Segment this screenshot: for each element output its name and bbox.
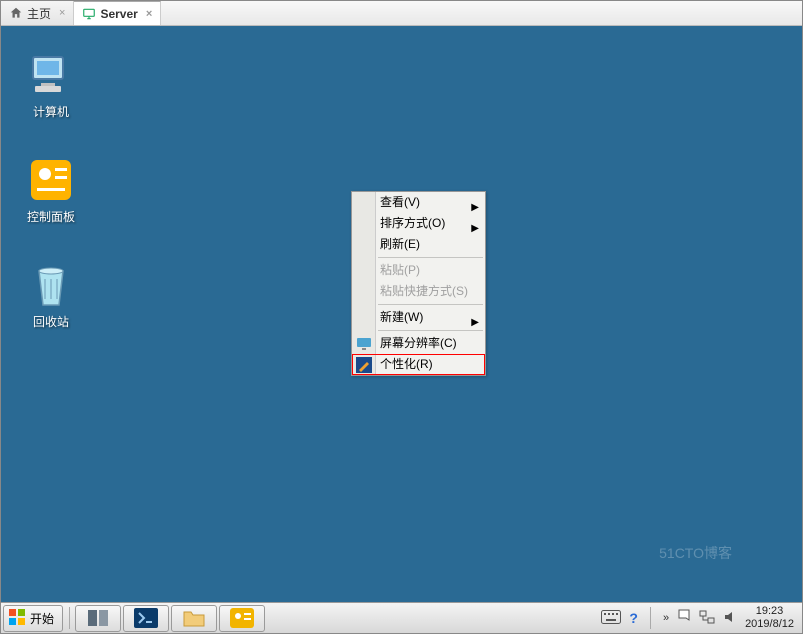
- folder-icon: [182, 608, 206, 628]
- recycle-bin-icon: [27, 261, 75, 309]
- taskbar: 开始 ? » 19:23 2019/8/12: [1, 602, 802, 633]
- taskbar-button-explorer[interactable]: [171, 605, 217, 632]
- control-panel-icon: [27, 156, 75, 204]
- system-tray: ? » 19:23 2019/8/12: [601, 605, 802, 631]
- desktop-icon-label: 控制面板: [11, 208, 91, 225]
- menu-item-paste-shortcut: 粘贴快捷方式(S): [352, 281, 485, 302]
- tab-label: Server: [100, 7, 137, 21]
- monitor-icon: [82, 7, 96, 21]
- volume-icon[interactable]: [723, 610, 737, 627]
- menu-item-resolution[interactable]: 屏幕分辨率(C): [352, 333, 485, 354]
- menu-item-refresh[interactable]: 刷新(E): [352, 234, 485, 255]
- desktop[interactable]: 计算机 控制面板 回收站 51CTO博客 查看(V) ▶ 排序方式(O) ▶ 刷…: [1, 26, 802, 603]
- start-label: 开始: [30, 610, 54, 627]
- submenu-arrow-icon: ▶: [471, 312, 479, 333]
- tab-label: 主页: [27, 5, 51, 22]
- context-menu: 查看(V) ▶ 排序方式(O) ▶ 刷新(E) 粘贴(P) 粘贴快捷方式(S) …: [351, 191, 486, 376]
- watermark: 51CTO博客: [659, 543, 732, 563]
- windows-logo-icon: [8, 608, 26, 629]
- start-button[interactable]: 开始: [3, 605, 63, 632]
- desktop-icon-computer[interactable]: 计算机: [11, 51, 91, 120]
- computer-icon: [27, 51, 75, 99]
- menu-separator: [378, 304, 483, 305]
- help-icon[interactable]: ?: [629, 610, 638, 626]
- menu-separator: [378, 330, 483, 331]
- personalize-icon: [356, 357, 372, 373]
- taskbar-divider: [69, 607, 70, 629]
- menu-item-label: 排序方式(O): [380, 213, 445, 234]
- menu-item-paste: 粘贴(P): [352, 260, 485, 281]
- menu-item-new[interactable]: 新建(W) ▶: [352, 307, 485, 328]
- desktop-icon-recycle-bin[interactable]: 回收站: [11, 261, 91, 330]
- desktop-icon-label: 回收站: [11, 313, 91, 330]
- close-icon[interactable]: ×: [146, 8, 152, 20]
- menu-item-personalize[interactable]: 个性化(R): [352, 354, 485, 375]
- taskbar-button-control-panel[interactable]: [219, 605, 265, 632]
- tray-divider: [650, 607, 651, 629]
- clock-time: 19:23: [745, 605, 794, 618]
- menu-item-label: 查看(V): [380, 192, 420, 213]
- menu-item-sort[interactable]: 排序方式(O) ▶: [352, 213, 485, 234]
- monitor-icon: [356, 336, 372, 352]
- close-icon[interactable]: ×: [59, 7, 65, 19]
- taskbar-button-powershell[interactable]: [123, 605, 169, 632]
- powershell-icon: [134, 608, 158, 628]
- tab-home[interactable]: 主页 ×: [1, 1, 74, 25]
- action-center-icon[interactable]: [677, 609, 691, 628]
- menu-separator: [378, 257, 483, 258]
- keyboard-icon[interactable]: [601, 610, 621, 627]
- tab-bar: 主页 × Server ×: [1, 1, 802, 26]
- tab-server[interactable]: Server ×: [74, 1, 161, 25]
- menu-item-label: 个性化(R): [380, 354, 433, 375]
- menu-item-label: 新建(W): [380, 307, 423, 328]
- tray-chevron-icon[interactable]: »: [663, 612, 669, 624]
- clock-date: 2019/8/12: [745, 618, 794, 631]
- menu-item-label: 屏幕分辨率(C): [380, 333, 457, 354]
- home-icon: [9, 6, 23, 20]
- network-icon[interactable]: [699, 610, 715, 627]
- taskbar-button-server-manager[interactable]: [75, 605, 121, 632]
- desktop-icon-control-panel[interactable]: 控制面板: [11, 156, 91, 225]
- desktop-icon-label: 计算机: [11, 103, 91, 120]
- control-panel-icon: [230, 608, 254, 628]
- menu-item-label: 粘贴快捷方式(S): [380, 281, 468, 302]
- menu-item-label: 粘贴(P): [380, 260, 420, 281]
- menu-item-label: 刷新(E): [380, 234, 420, 255]
- menu-item-view[interactable]: 查看(V) ▶: [352, 192, 485, 213]
- clock[interactable]: 19:23 2019/8/12: [745, 605, 794, 631]
- server-manager-icon: [86, 608, 110, 628]
